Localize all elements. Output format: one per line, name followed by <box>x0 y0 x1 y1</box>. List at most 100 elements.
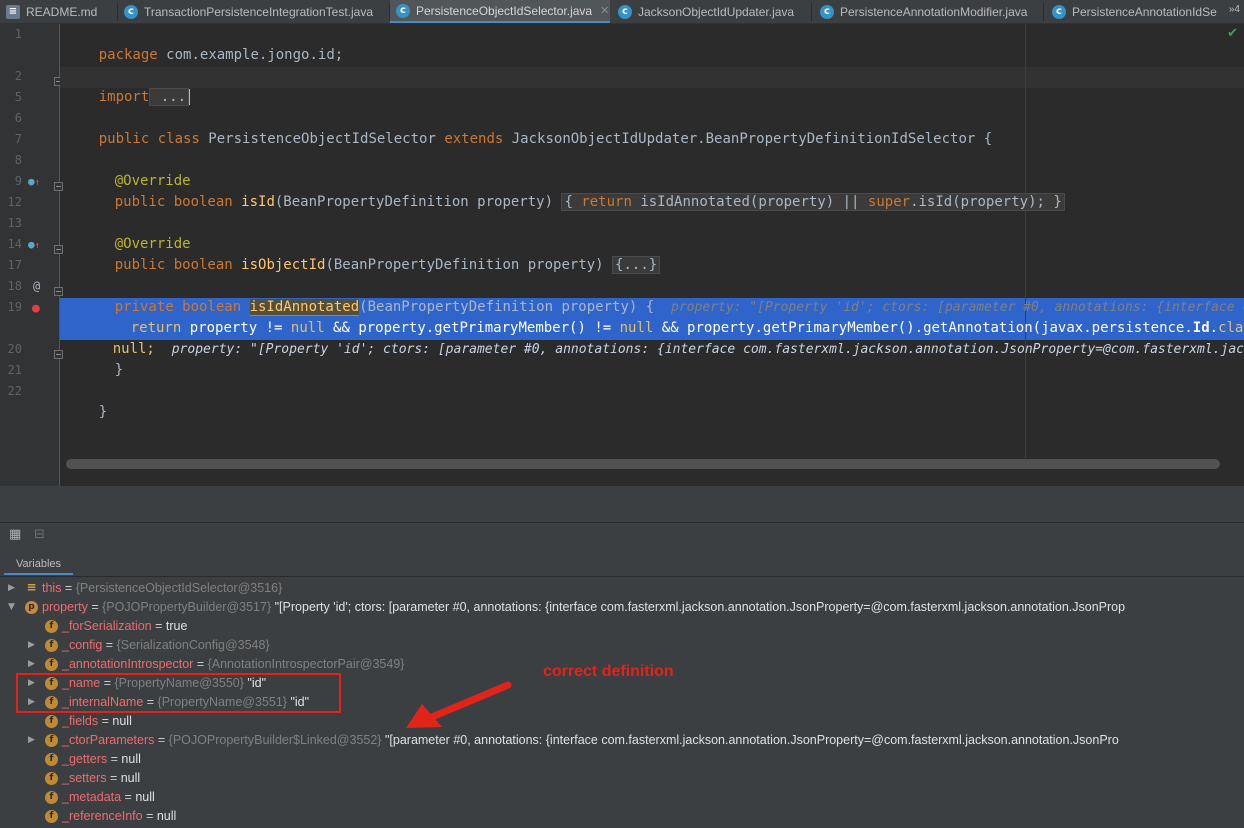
field-icon: f <box>45 753 58 766</box>
override-method-icon[interactable]: ●↑ <box>28 238 40 251</box>
variable-name: _fields <box>62 714 99 728</box>
line-number: 7 <box>14 132 22 146</box>
line-number: 6 <box>14 111 22 125</box>
line-number: 2 <box>14 69 22 83</box>
code-line-22[interactable]: } <box>65 381 107 444</box>
variable-text: _fields = null <box>62 714 132 728</box>
code-line-6[interactable]: public class PersistenceObjectIdSelector… <box>65 108 992 171</box>
variable-row[interactable]: f _getters = null <box>0 750 1244 769</box>
expand-icon[interactable]: ▶ <box>28 655 38 674</box>
line-number: 20 <box>7 342 22 356</box>
variable-value: null <box>112 714 132 728</box>
field-icon: f <box>45 639 58 652</box>
tab-label: TransactionPersistenceIntegrationTest.ja… <box>144 5 374 19</box>
expand-icon[interactable]: ▶ <box>28 636 38 655</box>
variable-text: _referenceInfo = null <box>62 809 177 823</box>
horizontal-scrollbar[interactable] <box>66 459 1220 469</box>
variable-name: _metadata <box>62 790 122 804</box>
class-icon: c <box>124 5 138 19</box>
field-icon: f <box>45 734 58 747</box>
variable-row[interactable]: f _metadata = null <box>0 788 1244 807</box>
callout-label: correct definition <box>543 663 674 680</box>
editor-panel-separator <box>0 486 1244 522</box>
callout-arrow <box>406 681 512 728</box>
fold-toggle-icon[interactable] <box>54 245 63 254</box>
tab-persistence-object-id-selector[interactable]: c PersistenceObjectIdSelector.java ✕ <box>390 0 610 23</box>
variable-row[interactable]: ▶ f _config = {SerializationConfig@3548} <box>0 636 1244 655</box>
variable-name: _setters <box>62 771 107 785</box>
variable-row[interactable]: ▶ f _ctorParameters = {POJOPropertyBuilder… <box>0 731 1244 750</box>
variable-value: null <box>156 809 177 823</box>
tab-variables[interactable]: Variables <box>4 553 74 575</box>
class-icon: c <box>1052 5 1066 19</box>
code-editor[interactable]: 1 2 5 6 7 8 9 12 13 14 17 18 19 20 21 22… <box>0 24 1244 486</box>
variable-text: this = {PersistenceObjectIdSelector@3516… <box>42 581 283 595</box>
field-icon: f <box>45 772 58 785</box>
tab-persistence-annotation-modifier[interactable]: c PersistenceAnnotationModifier.java <box>814 0 1044 23</box>
variable-row[interactable]: f _fields = null <box>0 712 1244 731</box>
variable-name: _forSerialization <box>62 619 152 633</box>
variable-row[interactable]: f _referenceInfo = null <box>0 807 1244 826</box>
editor-tab-bar: ≡ README.md c TransactionPersistenceInte… <box>0 0 1244 24</box>
debug-toolbar: ▦ ⊟ <box>0 523 1244 547</box>
tab-jackson-objectid-updater[interactable]: c JacksonObjectIdUpdater.java <box>612 0 812 23</box>
highlight-box <box>16 673 341 713</box>
variable-value: null <box>121 752 141 766</box>
variable-text: _annotationIntrospector = {AnnotationInt… <box>62 657 405 671</box>
code-line-9[interactable]: public boolean isId(BeanPropertyDefiniti… <box>81 171 1065 234</box>
field-icon: f <box>45 715 58 728</box>
table-layout-icon[interactable]: ▦ <box>9 527 21 542</box>
object-icon: ≡ <box>26 580 37 594</box>
field-icon: f <box>45 791 58 804</box>
variable-text: _config = {SerializationConfig@3548} <box>62 638 270 652</box>
code-line-19-wrap[interactable]: null; property: "[Property 'id'; ctors: … <box>79 318 1244 381</box>
tab-overflow-button[interactable]: »4 <box>1229 4 1240 15</box>
line-number: 9 <box>14 174 22 188</box>
variable-name: _annotationIntrospector <box>62 657 194 671</box>
line-number: 5 <box>14 90 22 104</box>
fold-toggle-icon[interactable] <box>54 182 63 191</box>
line-number: 21 <box>7 363 22 377</box>
variable-text: _metadata = null <box>62 790 155 804</box>
fold-toggle-icon[interactable] <box>54 287 63 296</box>
line-number: 8 <box>14 153 22 167</box>
line-number: 12 <box>7 195 22 209</box>
variable-type: {POJOPropertyBuilder@3517} <box>102 600 272 614</box>
expand-icon[interactable]: ▶ <box>8 579 18 598</box>
variable-text: property = {POJOPropertyBuilder@3517} "[… <box>42 600 1126 614</box>
variable-name: _config <box>62 638 103 652</box>
close-icon[interactable]: ✕ <box>600 4 609 17</box>
variable-type: {PersistenceObjectIdSelector@3516} <box>75 581 283 595</box>
variable-text: _forSerialization = true <box>62 619 188 633</box>
expand-icon[interactable]: ▶ <box>28 731 38 750</box>
variable-row[interactable]: ▶ ≡ this = {PersistenceObjectIdSelector@35… <box>0 579 1244 598</box>
line-number: 17 <box>7 258 22 272</box>
override-method-icon[interactable]: ●↑ <box>28 175 40 188</box>
parameter-icon: p <box>25 601 38 614</box>
tab-label: JacksonObjectIdUpdater.java <box>638 5 795 19</box>
tab-label: PersistenceAnnotationIdSe <box>1072 5 1217 19</box>
line-number: 18 <box>7 279 22 293</box>
tab-readme[interactable]: ≡ README.md <box>0 0 118 23</box>
collapse-icon[interactable]: ▼ <box>8 598 18 617</box>
line-number: 19 <box>7 300 22 314</box>
variable-type: {AnnotationIntrospectorPair@3549} <box>207 657 405 671</box>
variable-value: null <box>120 771 141 785</box>
variable-type: {POJOPropertyBuilder$Linked@3552} <box>168 733 382 747</box>
line-number: 22 <box>7 384 22 398</box>
tab-persistence-annotation-id-selector[interactable]: c PersistenceAnnotationIdSe <box>1046 0 1217 23</box>
tab-transaction-test[interactable]: c TransactionPersistenceIntegrationTest.… <box>118 0 390 23</box>
annotation-icon: @ <box>33 279 41 293</box>
tab-label: PersistenceAnnotationModifier.java <box>840 5 1028 19</box>
restore-layout-icon[interactable]: ⊟ <box>34 527 45 542</box>
markdown-icon: ≡ <box>6 5 20 19</box>
breakpoint-icon[interactable]: ● <box>32 301 40 316</box>
variable-row[interactable]: f _setters = null <box>0 769 1244 788</box>
variable-value: true <box>165 619 188 633</box>
variable-row[interactable]: f _forSerialization = true <box>0 617 1244 636</box>
fold-toggle-icon[interactable] <box>54 350 63 359</box>
field-icon: f <box>45 658 58 671</box>
variable-value: "[Property 'id'; ctors: [parameter #0, a… <box>274 600 1126 614</box>
variable-row[interactable]: ▼ p property = {POJOPropertyBuilder@3517} … <box>0 598 1244 617</box>
inline-debug-hint: property: "[Property 'id'; ctors: [param… <box>171 342 1244 357</box>
